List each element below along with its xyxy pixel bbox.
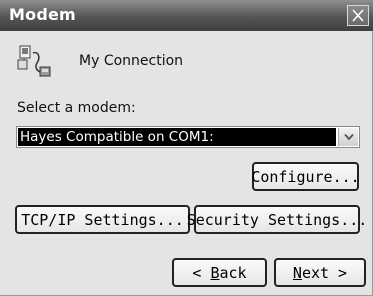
- back-prefix: <: [192, 263, 211, 282]
- close-button[interactable]: [347, 5, 369, 26]
- close-icon: [352, 9, 364, 22]
- modem-dropdown[interactable]: Hayes Compatible on COM1:: [16, 126, 360, 148]
- configure-button[interactable]: Configure...: [251, 162, 360, 191]
- title-bar: Modem: [0, 0, 373, 31]
- security-settings-button[interactable]: Security Settings...: [187, 205, 367, 234]
- modem-selected-value: Hayes Compatible on COM1:: [18, 128, 336, 146]
- modem-dialog: Modem My Connection Select a modem: Haye…: [0, 0, 373, 296]
- chevron-down-icon: [344, 133, 354, 141]
- connection-name: My Connection: [79, 53, 184, 69]
- back-mnemonic: B: [210, 263, 220, 282]
- tcpip-settings-button[interactable]: TCP/IP Settings...: [15, 205, 190, 234]
- network-connection-icon: [17, 45, 51, 77]
- back-button[interactable]: < Back: [172, 258, 267, 287]
- next-label-rest: ext >: [301, 263, 348, 282]
- dropdown-arrow-button[interactable]: [338, 128, 358, 146]
- next-mnemonic: N: [292, 263, 302, 282]
- select-modem-label: Select a modem:: [17, 100, 136, 116]
- next-button[interactable]: Next >: [274, 258, 366, 287]
- window-title: Modem: [9, 5, 76, 24]
- back-label-rest: ack: [219, 263, 247, 282]
